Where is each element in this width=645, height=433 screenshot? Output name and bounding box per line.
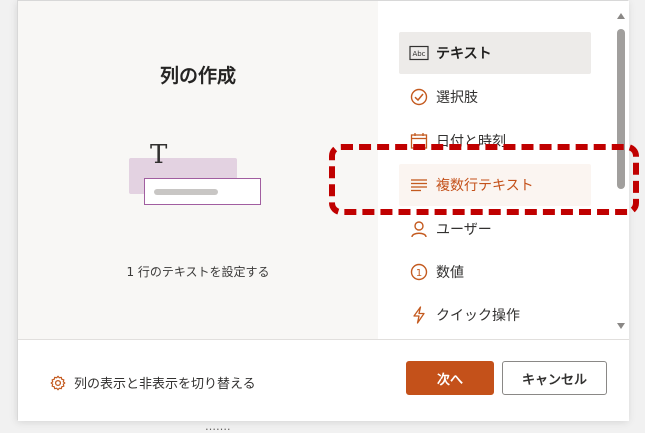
calendar-icon [409,131,429,151]
scroll-up-arrow-icon[interactable] [617,13,625,19]
column-type-text[interactable]: Abc テキスト [399,32,591,74]
column-type-choice[interactable]: 選択肢 [399,76,591,118]
person-icon [409,219,429,239]
illustration-placeholder-bar [154,189,218,195]
toggle-columns-link[interactable]: 列の表示と非表示を切り替える [50,373,256,392]
column-type-datetime[interactable]: 日付と時刻 [399,120,591,162]
column-type-label: テキスト [436,46,492,62]
text-abc-icon: Abc [409,43,429,63]
column-type-label: 選択肢 [436,90,478,106]
column-type-label: 日付と時刻 [436,134,506,150]
multiline-text-icon [409,175,429,195]
type-list-scrollbar[interactable] [614,1,629,339]
page: 列の作成 T 1 行のテキストを設定する Abc テキスト 選択肢 日付と時刻 … [0,0,645,433]
create-column-dialog: 列の作成 T 1 行のテキストを設定する Abc テキスト 選択肢 日付と時刻 … [17,0,629,421]
column-type-list: Abc テキスト 選択肢 日付と時刻 複数行テキスト ユーザー 1 数値 クイッ… [378,1,614,339]
column-type-label: クイック操作 [436,308,520,324]
scroll-down-arrow-icon[interactable] [617,323,625,329]
svg-text:Abc: Abc [412,50,425,58]
flash-icon [409,305,429,325]
column-type-label: 複数行テキスト [436,178,534,194]
preview-description: 1 行のテキストを設定する [126,265,270,279]
preview-pane: 列の作成 T 1 行のテキストを設定する [18,1,378,339]
background-page-text: ……. [205,420,231,433]
text-field-illustration: T [129,141,264,211]
next-button[interactable]: 次へ [406,361,494,395]
number-icon-text: 1 [416,268,422,279]
column-type-person[interactable]: ユーザー [399,208,591,250]
column-type-label: ユーザー [436,222,492,238]
check-circle-icon [409,87,429,107]
column-type-quick-action[interactable]: クイック操作 [399,294,591,336]
gear-icon [50,375,66,391]
illustration-text-field [144,178,261,205]
column-type-label: 数値 [436,265,464,281]
text-cursor-icon: T [150,140,168,170]
number-circle-icon: 1 [409,262,429,282]
column-type-multiline-text[interactable]: 複数行テキスト [399,164,591,206]
column-type-number[interactable]: 1 数値 [399,251,591,293]
dialog-title: 列の作成 [159,65,236,87]
cancel-button[interactable]: キャンセル [502,361,607,395]
toggle-columns-label: 列の表示と非表示を切り替える [74,377,256,392]
dialog-footer: 列の表示と非表示を切り替える 次へ キャンセル [18,339,629,421]
scroll-thumb[interactable] [617,29,625,189]
